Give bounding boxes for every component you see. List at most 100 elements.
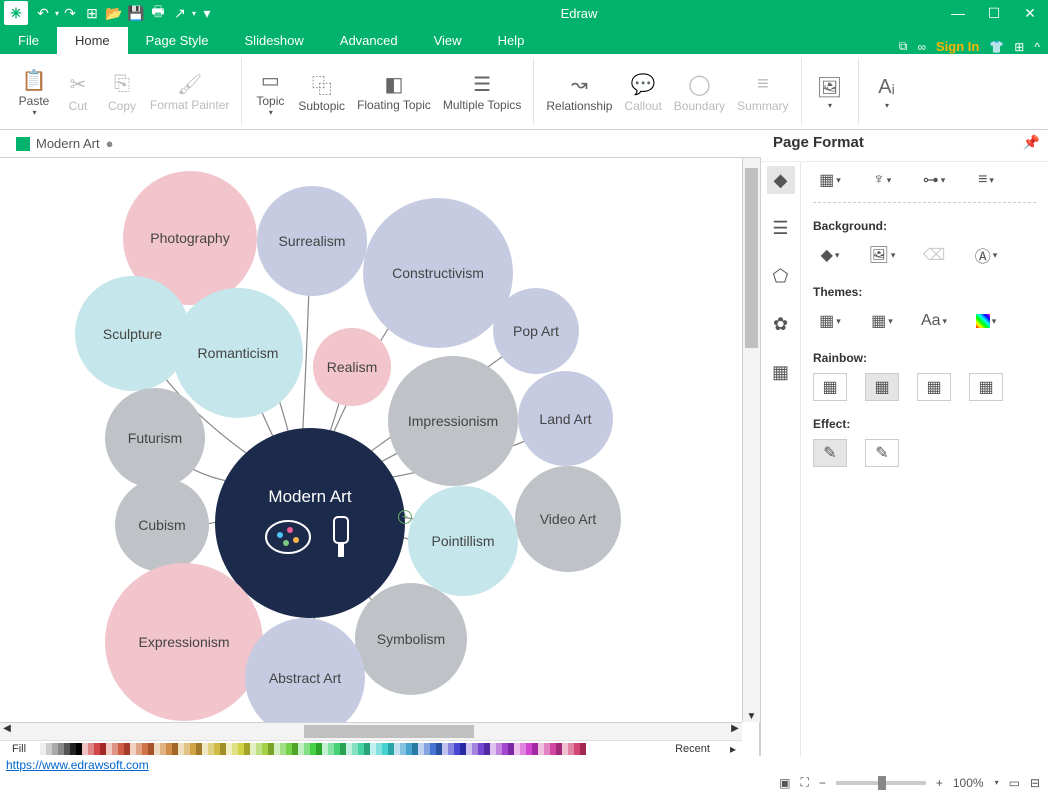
tab-advanced[interactable]: Advanced bbox=[322, 27, 416, 54]
bubble-impressionism[interactable]: Impressionism bbox=[388, 356, 518, 486]
zoom-out-button[interactable]: − bbox=[819, 776, 826, 790]
rainbow-3-button[interactable]: ▦ bbox=[917, 373, 951, 401]
bubble-landart[interactable]: Land Art bbox=[518, 371, 613, 466]
panel-iconbar: ◆ ☰ ⬠ ✿ ▦ bbox=[761, 158, 801, 756]
layout-grid-button[interactable]: ▦▾ bbox=[813, 166, 847, 194]
rainbow-1-button[interactable]: ▦ bbox=[813, 373, 847, 401]
apps-icon[interactable]: ⊞ bbox=[1014, 40, 1024, 54]
zoom-dropdown-icon[interactable]: ▾ bbox=[995, 778, 999, 787]
redo-button[interactable]: ↷ bbox=[59, 2, 81, 24]
bubble-cubism[interactable]: Cubism bbox=[115, 478, 209, 572]
more-button[interactable]: ▾ bbox=[196, 2, 218, 24]
shirt-icon[interactable]: 👕 bbox=[989, 40, 1004, 54]
subtopic-button[interactable]: ⿻Subtopic bbox=[292, 69, 351, 115]
theme-color-button[interactable]: ▾ bbox=[969, 307, 1003, 335]
pin-icon[interactable]: 📌 bbox=[1023, 134, 1040, 151]
bg-fill-button[interactable]: ◆▾ bbox=[813, 241, 847, 269]
right-panel: Page Format 📌 ◆ ☰ ⬠ ✿ ▦ ▦▾ ♆▾ ⊶▾ ≡▾ Back… bbox=[760, 158, 1048, 756]
shape-tool-icon[interactable]: ⬠ bbox=[767, 262, 795, 290]
layout-numbered-button[interactable]: ≡▾ bbox=[969, 166, 1003, 194]
share-icon[interactable]: ⧉ bbox=[899, 39, 908, 54]
website-link[interactable]: https://www.edrawsoft.com bbox=[6, 758, 149, 772]
minimize-button[interactable]: — bbox=[940, 0, 976, 26]
fullscreen-icon[interactable]: ⊟ bbox=[1030, 776, 1040, 790]
fill-tool-icon[interactable]: ◆ bbox=[767, 166, 795, 194]
cut-button[interactable]: ✂Cut bbox=[56, 69, 100, 115]
tab-slideshow[interactable]: Slideshow bbox=[227, 27, 322, 54]
document-tab[interactable]: Modern Art ● bbox=[6, 132, 123, 155]
insert-button[interactable]: 🖼▾ bbox=[808, 71, 852, 112]
tab-file[interactable]: File bbox=[0, 27, 57, 54]
add-handle[interactable]: + bbox=[398, 510, 412, 524]
themes-label: Themes: bbox=[813, 285, 1036, 299]
save-button[interactable]: 💾 bbox=[125, 2, 147, 24]
vertical-scrollbar[interactable]: ▼ bbox=[742, 158, 760, 722]
print-button[interactable]: 🖶 bbox=[147, 2, 169, 24]
zoom-in-button[interactable]: + bbox=[936, 776, 943, 790]
copy-button[interactable]: ⎘Copy bbox=[100, 69, 144, 115]
collapse-ribbon-icon[interactable]: ^ bbox=[1034, 40, 1040, 54]
calendar-tool-icon[interactable]: ▦ bbox=[767, 358, 795, 386]
bubble-realism[interactable]: Realism bbox=[313, 328, 391, 406]
theme-font-button[interactable]: Aa▾ bbox=[917, 307, 951, 335]
export-button[interactable]: ↗ bbox=[169, 2, 191, 24]
fit-page-icon[interactable]: ▣ bbox=[779, 776, 790, 790]
palette-more-icon[interactable]: ▸ bbox=[730, 742, 736, 756]
style-button[interactable]: Aᵢ▾ bbox=[865, 71, 909, 112]
relationship-button[interactable]: ↝Relationship bbox=[540, 69, 618, 115]
color-palette[interactable]: Fill Recent ▸ bbox=[0, 740, 742, 756]
bubble-constructivism[interactable]: Constructivism bbox=[363, 198, 513, 348]
bubble-romanticism[interactable]: Romanticism bbox=[173, 288, 303, 418]
recent-label: Recent bbox=[675, 743, 710, 755]
tab-page-style[interactable]: Page Style bbox=[128, 27, 227, 54]
rainbow-2-button[interactable]: ▦ bbox=[865, 373, 899, 401]
bg-image-button[interactable]: 🖼▾ bbox=[865, 241, 899, 269]
bg-watermark-button[interactable]: Ⓐ▾ bbox=[969, 241, 1003, 269]
presentation-icon[interactable]: ▭ bbox=[1009, 776, 1020, 790]
bubble-expressionism[interactable]: Expressionism bbox=[105, 563, 263, 721]
undo-button[interactable]: ↶ bbox=[32, 2, 54, 24]
theme-1-button[interactable]: ▦▾ bbox=[813, 307, 847, 335]
tab-view[interactable]: View bbox=[416, 27, 480, 54]
link-icon[interactable]: ∞ bbox=[917, 40, 926, 54]
callout-button[interactable]: 💬Callout bbox=[618, 69, 667, 115]
zoom-slider[interactable] bbox=[836, 781, 926, 785]
boundary-button[interactable]: ◯Boundary bbox=[668, 69, 731, 115]
format-painter-button[interactable]: 🖌Format Painter bbox=[144, 69, 235, 114]
open-button[interactable]: 📂 bbox=[103, 2, 125, 24]
maximize-button[interactable]: ☐ bbox=[976, 0, 1012, 26]
new-button[interactable]: ⊞ bbox=[81, 2, 103, 24]
tab-home[interactable]: Home bbox=[57, 27, 128, 54]
bubble-abstract[interactable]: Abstract Art bbox=[245, 618, 365, 738]
effect-2-button[interactable]: ✎ bbox=[865, 439, 899, 467]
list-tool-icon[interactable]: ☰ bbox=[767, 214, 795, 242]
bubble-surrealism[interactable]: Surrealism bbox=[257, 186, 367, 296]
tab-help[interactable]: Help bbox=[480, 27, 543, 54]
ribbon: 📋Paste▾ ✂Cut ⎘Copy 🖌Format Painter ▭Topi… bbox=[0, 54, 1048, 130]
canvas[interactable]: Modern Art Photography Surrealism Constr… bbox=[0, 158, 760, 756]
fit-width-icon[interactable]: ⛶ bbox=[800, 775, 808, 790]
rainbow-4-button[interactable]: ▦ bbox=[969, 373, 1003, 401]
floating-topic-button[interactable]: ◧Floating Topic bbox=[351, 69, 437, 114]
sign-in-link[interactable]: Sign In bbox=[936, 39, 979, 54]
horizontal-scrollbar[interactable]: ◀ ▶ bbox=[0, 722, 742, 740]
bubble-pointillism[interactable]: Pointillism bbox=[408, 486, 518, 596]
topic-button[interactable]: ▭Topic▾ bbox=[248, 64, 292, 119]
bubble-futurism[interactable]: Futurism bbox=[105, 388, 205, 488]
bubble-symbolism[interactable]: Symbolism bbox=[355, 583, 467, 695]
bubble-sculpture[interactable]: Sculpture bbox=[75, 276, 190, 391]
theme-2-button[interactable]: ▦▾ bbox=[865, 307, 899, 335]
bubble-popart[interactable]: Pop Art bbox=[493, 288, 579, 374]
layout-org-button[interactable]: ⊶▾ bbox=[917, 166, 951, 194]
effect-1-button[interactable]: ✎ bbox=[813, 439, 847, 467]
document-tab-label: Modern Art bbox=[36, 136, 100, 151]
bg-remove-button[interactable]: ⌫ bbox=[917, 241, 951, 269]
layout-tree-button[interactable]: ♆▾ bbox=[865, 166, 899, 194]
paste-button[interactable]: 📋Paste▾ bbox=[12, 64, 56, 119]
bubble-videoart[interactable]: Video Art bbox=[515, 466, 621, 572]
close-button[interactable]: ✕ bbox=[1012, 0, 1048, 26]
summary-button[interactable]: ≡Summary bbox=[731, 69, 794, 115]
background-label: Background: bbox=[813, 219, 1036, 233]
multiple-topics-button[interactable]: ☰Multiple Topics bbox=[437, 69, 527, 114]
flower-tool-icon[interactable]: ✿ bbox=[767, 310, 795, 338]
